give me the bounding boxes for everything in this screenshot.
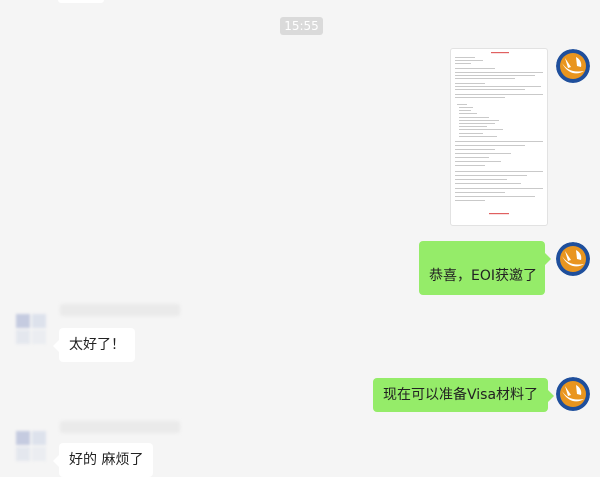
bird-logo-icon (556, 242, 590, 276)
contact-avatar[interactable] (14, 429, 48, 463)
document-preview-icon (455, 52, 543, 215)
contact-name-blurred (60, 304, 180, 316)
message-bubble-sent[interactable]: 现在可以准备Visa材料了 (373, 378, 555, 412)
timestamp: 15:55 (280, 17, 323, 35)
my-avatar[interactable] (556, 49, 590, 83)
document-thumbnail[interactable] (450, 48, 548, 226)
bird-logo-icon (556, 377, 590, 411)
message-text: 恭喜，EOI获邀了 (429, 268, 537, 284)
contact-avatar[interactable] (14, 312, 48, 346)
message-text: 太好了！ (69, 337, 125, 353)
message-text: 现在可以准备Visa材料了 (383, 387, 539, 403)
previous-message-stub (58, 0, 104, 3)
bird-logo-icon (556, 49, 590, 83)
message-bubble-received[interactable]: 好的 麻烦了 (52, 443, 154, 477)
my-avatar[interactable] (556, 377, 590, 411)
contact-name-blurred (60, 421, 180, 433)
message-bubble-sent[interactable]: 恭喜，EOI获邀了 (419, 241, 551, 295)
message-bubble-received[interactable]: 太好了！ (53, 328, 135, 362)
message-text: 好的 麻烦了 (69, 452, 144, 468)
my-avatar[interactable] (556, 242, 590, 276)
